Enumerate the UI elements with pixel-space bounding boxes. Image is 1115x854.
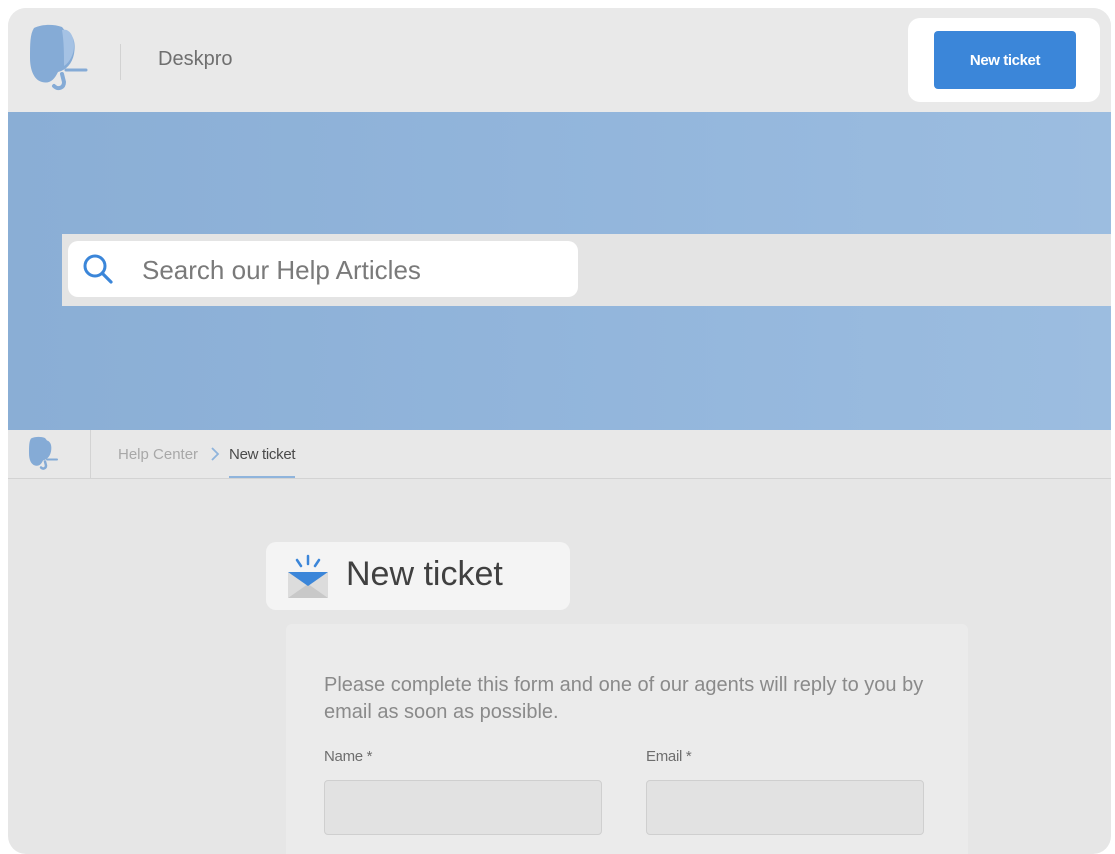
email-label: Email * xyxy=(646,748,692,765)
name-label: Name * xyxy=(324,748,373,765)
page-title: New ticket xyxy=(346,555,503,593)
form-intro: Please complete this form and one of our… xyxy=(324,674,924,723)
breadcrumb-divider xyxy=(90,430,91,478)
ticket-form: Please complete this form and one of our… xyxy=(286,624,968,854)
header-divider xyxy=(120,44,121,80)
breadcrumb-help-center[interactable]: Help Center xyxy=(118,446,198,463)
search-input[interactable] xyxy=(140,251,564,289)
app-frame: Deskpro New ticket Help Center xyxy=(8,8,1111,854)
hero-banner xyxy=(8,112,1111,430)
breadcrumb-current: New ticket xyxy=(229,430,296,478)
new-ticket-highlight: New ticket xyxy=(908,18,1100,102)
brand-name[interactable]: Deskpro xyxy=(158,48,232,71)
deskpro-elephant-logo-icon[interactable] xyxy=(28,24,92,94)
top-header: Deskpro New ticket xyxy=(8,8,1111,112)
home-logo-icon[interactable] xyxy=(28,436,60,472)
search-bar xyxy=(62,234,1111,306)
chevron-right-icon xyxy=(211,447,220,461)
name-field[interactable] xyxy=(324,780,602,835)
page-title-card: New ticket xyxy=(266,542,570,610)
envelope-icon xyxy=(288,554,328,598)
email-field[interactable] xyxy=(646,780,924,835)
search-icon[interactable] xyxy=(82,253,114,285)
search-field[interactable] xyxy=(68,241,578,297)
breadcrumb-trail: Help Center New ticket xyxy=(118,430,296,478)
breadcrumb: Help Center New ticket xyxy=(8,430,1111,479)
new-ticket-button[interactable]: New ticket xyxy=(934,31,1076,89)
